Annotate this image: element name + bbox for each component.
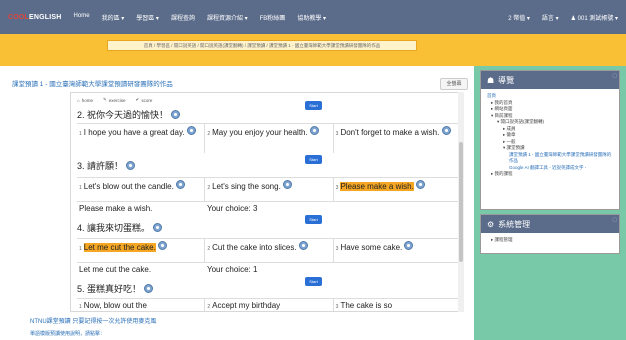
page-title: 課堂預讀 1 - 國立臺灣師範大學課堂預讀研發團隊的作品	[12, 81, 173, 88]
main-menu: Home 我的區 ▾ 學習區 ▾ 課程查詢 課程資源介紹 ▾ FB粉絲團 協助教…	[74, 13, 326, 22]
option-cell[interactable]: 1 Now, blow out the	[77, 299, 206, 311]
option-row: 1 Let's blow out the candle. 2 Let's sing …	[77, 177, 461, 201]
nav-language[interactable]: 語言 ▾	[542, 13, 559, 22]
option-cell[interactable]: 2 Accept my birthday	[205, 299, 334, 311]
navigation-tree: 首頁 ▸ 我的首頁 ▸ 網站頁面 ▾ 目前課程 ▾ 開口說英語(課堂翻轉) ▸ …	[481, 89, 619, 182]
option-cell[interactable]: 1 Let me cut the cake.	[77, 239, 206, 262]
speaker-icon[interactable]	[283, 180, 293, 189]
logo-part-a: COOL	[8, 13, 30, 21]
your-choice: Your choice: 1	[207, 265, 258, 274]
top-navbar: COOLENGLISH Home 我的區 ▾ 學習區 ▾ 課程查詢 課程資源介紹…	[0, 0, 626, 34]
speaker-icon[interactable]	[158, 241, 168, 250]
speaker-icon[interactable]	[144, 284, 154, 293]
nav-learning-area[interactable]: 學習區 ▾	[136, 13, 159, 22]
option-cell[interactable]: 3 Don't forget to make a wish.	[334, 124, 461, 153]
navigation-block: ☗ 導覽 ▢ 首頁 ▸ 我的首頁 ▸ 網站頁面 ▾ 目前課程 ▾ 開口說英語(課…	[480, 70, 620, 210]
fullscreen-button[interactable]: 全螢幕	[440, 78, 468, 90]
breadcrumb[interactable]: 首頁 / 學習區 / 開口說英語 / 開口說英語(課堂翻轉) / 課堂預讀 / …	[107, 40, 417, 51]
nav-home[interactable]: Home	[74, 13, 90, 22]
nav-fb-fanpage[interactable]: FB粉絲團	[260, 13, 286, 22]
speaker-icon[interactable]	[309, 126, 319, 135]
option-cell[interactable]: 2 Cut the cake into slices.	[205, 239, 334, 262]
tab-score[interactable]: ✔ score	[136, 97, 153, 103]
speaker-icon[interactable]	[176, 180, 186, 189]
nav-user-account[interactable]: ♟ 001 測試帳號 ▾	[571, 13, 618, 22]
nav-currency[interactable]: 2 幣值 ▾	[508, 13, 530, 22]
site-logo[interactable]: COOLENGLISH	[8, 14, 62, 21]
section-title: 3. 請許願！	[77, 159, 136, 172]
option-cell[interactable]: 3 Have some cake.	[334, 239, 461, 262]
start-button[interactable]: Start	[305, 101, 322, 110]
speaker-icon[interactable]	[126, 161, 136, 170]
navigation-block-header: ☗ 導覽 ▢	[481, 71, 619, 89]
user-menu: 2 幣值 ▾ 語言 ▾ ♟ 001 測試帳號 ▾	[508, 13, 618, 22]
recognized-text: Let me cut the cake.	[79, 265, 152, 274]
speaker-icon[interactable]	[441, 126, 451, 135]
speaker-icon[interactable]	[416, 180, 426, 189]
speaker-icon[interactable]	[298, 241, 308, 250]
nav-teaching-help[interactable]: 協助教學 ▾	[297, 13, 326, 22]
tab-exercise[interactable]: ✎ exercise	[103, 97, 126, 103]
nav-course-resources[interactable]: 課程資源介紹 ▾	[207, 13, 248, 22]
admin-block-header: ⚙ 系統管理 ▢	[481, 215, 619, 233]
activity-frame: ⌂ home ✎ exercise ✔ score 2. 祝你今天過的愉快！ Star…	[70, 92, 464, 312]
admin-block: ⚙ 系統管理 ▢ ▸ 課程管理	[480, 214, 620, 254]
home-icon: ⌂	[77, 97, 80, 103]
option-cell[interactable]: 3 Please make a wish.	[334, 178, 461, 201]
usage-guide-link[interactable]: 單語模版預讀使用說明，請點擊：	[30, 330, 105, 337]
pencil-icon: ✎	[102, 97, 107, 102]
logo-part-b: ENGLISH	[29, 13, 62, 21]
speaker-icon[interactable]	[186, 126, 196, 135]
block-collapse-icon[interactable]: ▢	[612, 73, 617, 79]
option-row: 1I hope you have a great day. 2 May you e…	[77, 123, 461, 153]
option-cell[interactable]: 3 The cake is so	[334, 299, 461, 311]
section-title: 2. 祝你今天過的愉快！	[77, 108, 181, 121]
tab-home[interactable]: ⌂ home	[77, 97, 93, 103]
selected-option: Let me cut the cake.	[83, 243, 156, 252]
microphone-note-link[interactable]: NTNU課堂預讀 只要記得按一次允許使用麥克風	[30, 316, 156, 325]
main-content: 課堂預讀 1 - 國立臺灣師範大學課堂預讀研發團隊的作品 全螢幕 ⌂ home ✎…	[0, 66, 474, 340]
nav-my-area[interactable]: 我的區 ▾	[102, 13, 125, 22]
admin-item-course-admin[interactable]: ▸ 課程管理	[487, 237, 613, 244]
speaker-icon[interactable]	[404, 241, 414, 250]
nav-tree-item[interactable]: ▸ 我的課程	[487, 171, 613, 178]
option-cell[interactable]: 2 Let's sing the song.	[205, 178, 334, 201]
nav-tree-item-current[interactable]: 課堂預讀 1 - 國立臺灣師範大學課堂預讀研發團隊的作品	[487, 152, 613, 165]
activity-tabs: ⌂ home ✎ exercise ✔ score	[77, 97, 152, 103]
your-choice: Your choice: 3	[207, 204, 258, 213]
scrollbar-thumb[interactable]	[459, 142, 463, 262]
speaker-icon[interactable]	[153, 223, 163, 232]
gears-icon: ⚙	[487, 219, 495, 229]
admin-tree: ▸ 課程管理	[481, 233, 619, 248]
result-row: Please make a wish. Your choice: 3	[77, 201, 461, 214]
start-button[interactable]: Start	[305, 155, 322, 164]
recognized-text: Please make a wish.	[79, 204, 153, 213]
option-cell[interactable]: 2 May you enjoy your health.	[205, 124, 334, 153]
nav-course-search[interactable]: 課程查詢	[171, 13, 195, 22]
check-icon: ✔	[135, 97, 140, 102]
selected-option: Please make a wish.	[340, 182, 414, 191]
section-title: 5. 蛋糕真好吃！	[77, 282, 154, 295]
option-row: 1 Let me cut the cake. 2 Cut the cake into…	[77, 238, 461, 262]
sitemap-icon: ☗	[487, 75, 495, 85]
option-row: 1 Now, blow out the 2 Accept my birthday 3…	[77, 298, 461, 311]
right-sidebar: ☗ 導覽 ▢ 首頁 ▸ 我的首頁 ▸ 網站頁面 ▾ 目前課程 ▾ 開口說英語(課…	[474, 66, 626, 340]
start-button[interactable]: Start	[305, 215, 322, 224]
speaker-icon[interactable]	[171, 110, 181, 119]
option-cell[interactable]: 1I hope you have a great day.	[77, 124, 206, 153]
option-cell[interactable]: 1 Let's blow out the candle.	[77, 178, 206, 201]
block-collapse-icon[interactable]: ▢	[612, 217, 617, 223]
start-button[interactable]: Start	[305, 277, 322, 286]
result-row: Let me cut the cake. Your choice: 1	[77, 262, 461, 275]
section-title: 4. 讓我來切蛋糕。	[77, 221, 163, 234]
